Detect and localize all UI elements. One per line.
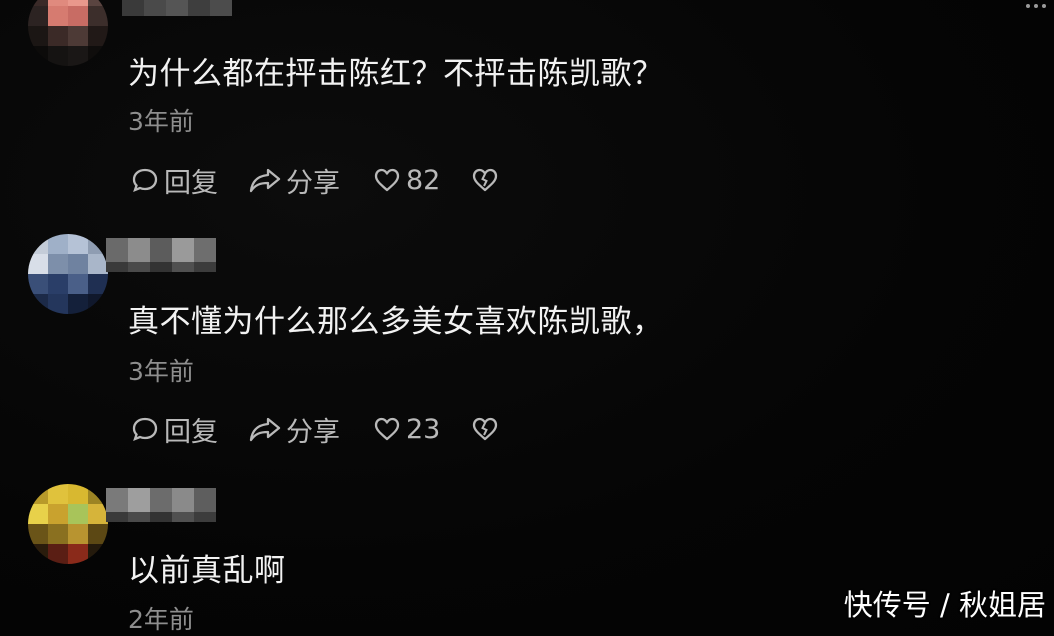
heart-outline-icon <box>372 414 402 444</box>
share-label: 分享 <box>286 167 340 199</box>
reply-label: 回复 <box>164 167 218 199</box>
like-button[interactable]: 23 <box>372 414 470 445</box>
username-blurred[interactable] <box>106 488 216 514</box>
watermark: 快传号 / 秋姐居 <box>843 588 1046 622</box>
comment-timestamp: 3年前 <box>128 357 194 386</box>
like-button[interactable]: 82 <box>372 165 470 196</box>
share-arrow-icon <box>248 165 282 195</box>
comment-text: 真不懂为什么那么多美女喜欢陈凯歌， <box>128 304 664 340</box>
comment-text: 以前真乱啊 <box>128 553 286 589</box>
more-dots-icon[interactable] <box>1026 4 1046 8</box>
dislike-button[interactable] <box>470 165 500 195</box>
comment-timestamp: 3年前 <box>128 107 194 136</box>
reply-button[interactable]: 回复 <box>130 161 248 200</box>
dislike-button[interactable] <box>470 414 500 444</box>
share-arrow-icon <box>248 414 282 444</box>
username-blurred-row2 <box>106 262 216 272</box>
comment-text: 为什么都在抨击陈红？不抨击陈凯歌？ <box>128 56 664 92</box>
avatar[interactable] <box>28 484 108 564</box>
avatar[interactable] <box>28 234 108 314</box>
username-blurred[interactable] <box>122 0 232 16</box>
comment-timestamp: 2年前 <box>128 605 194 634</box>
like-count: 23 <box>406 413 441 445</box>
reply-button[interactable]: 回复 <box>130 410 248 449</box>
share-button[interactable]: 分享 <box>248 161 372 200</box>
username-blurred[interactable] <box>106 238 216 264</box>
broken-heart-icon <box>470 165 500 195</box>
heart-outline-icon <box>372 165 402 195</box>
comment-actions: 回复 分享 82 <box>130 161 500 200</box>
comment-bubble-icon <box>130 414 160 444</box>
avatar[interactable] <box>28 0 108 66</box>
username-blurred-row2 <box>106 512 216 522</box>
broken-heart-icon <box>470 414 500 444</box>
like-count: 82 <box>406 164 441 196</box>
share-label: 分享 <box>286 416 340 448</box>
comment-actions: 回复 分享 23 <box>130 410 500 449</box>
share-button[interactable]: 分享 <box>248 410 372 449</box>
comment-feed: 为什么都在抨击陈红？不抨击陈凯歌？ 3年前 回复 分享 82 真不懂为什么那么多… <box>0 0 1054 634</box>
reply-label: 回复 <box>164 416 218 448</box>
comment-bubble-icon <box>130 165 160 195</box>
